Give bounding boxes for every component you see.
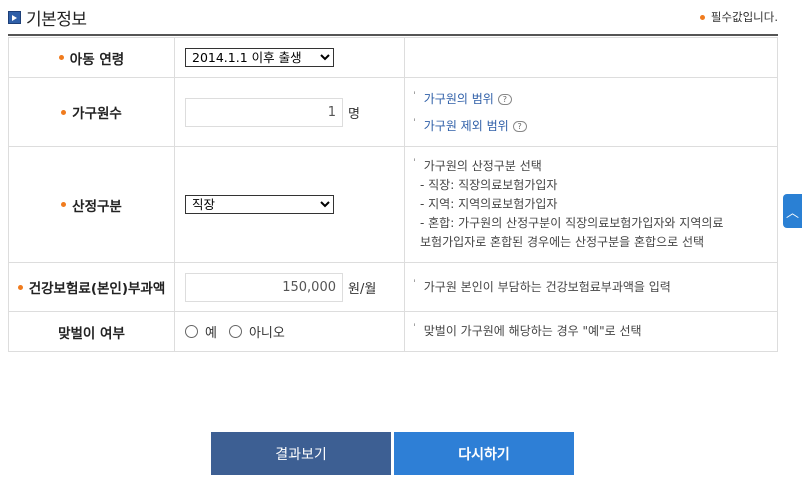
- required-note-text: 필수값입니다.: [710, 10, 778, 24]
- form-row-calc-type: 산정구분 직장 ˈ 가구원의 산정구분 선택 - 직장: 직장의료보험가입자 - …: [8, 146, 778, 263]
- radio-yes-label: 예: [205, 326, 217, 341]
- required-note: 필수값입니다.: [699, 9, 778, 25]
- radio-yes[interactable]: [185, 325, 198, 338]
- calc-type-desc-line: 가구원의 산정구분 선택: [423, 159, 542, 173]
- dual-income-label: 맞벌이 여부: [58, 325, 125, 342]
- result-button[interactable]: 결과보기: [211, 432, 391, 475]
- label-cell: 산정구분: [8, 146, 175, 263]
- household-label: 가구원수: [72, 106, 122, 122]
- calc-type-select[interactable]: 직장: [185, 195, 334, 214]
- form-row-dual-income: 맞벌이 여부 예 아니오 ˈ 맞벌이 가구원에 해당하는 경우 "예"로 선택: [8, 311, 778, 352]
- calc-type-desc-line: - 직장: 직장의료보험가입자: [420, 178, 558, 192]
- bullet-tick: ˈ: [413, 278, 416, 290]
- desc-cell: ˈ 맞벌이 가구원에 해당하는 경우 "예"로 선택: [404, 311, 778, 352]
- form-row-household: 가구원수 명 ˈ 가구원의 범위 ? ˈ 가구원 제외 범위 ?: [8, 77, 778, 147]
- required-dot-icon: [61, 109, 67, 115]
- premium-label: 건강보험료(본인)부과액: [28, 281, 166, 297]
- scroll-to-top-button[interactable]: ︿: [783, 194, 802, 228]
- required-dot-icon: [58, 55, 64, 60]
- section-title: 기본정보: [8, 5, 87, 30]
- bullet-tick: ˈ: [413, 323, 416, 334]
- radio-no[interactable]: [228, 325, 242, 338]
- help-icon[interactable]: ?: [512, 121, 527, 132]
- age-select[interactable]: 2014.1.1 이후 출생: [185, 48, 334, 67]
- field-cell: 2014.1.1 이후 출생: [174, 37, 405, 78]
- desc-cell: ˈ 가구원의 범위 ? ˈ 가구원 제외 범위 ?: [404, 77, 778, 147]
- household-count-input[interactable]: [185, 97, 343, 127]
- premium-unit: 원/월: [348, 281, 377, 297]
- section-header: 기본정보 필수값입니다.: [8, 0, 778, 36]
- calc-type-desc-line: 보험가입자로 혼합된 경우에는 산정구분을 혼합으로 선택: [420, 235, 705, 249]
- reset-button[interactable]: 다시하기: [394, 432, 574, 475]
- premium-desc: 가구원 본인이 부담하는 건강보험료부과액을 입력: [423, 279, 671, 294]
- desc-cell: ˈ 가구원의 산정구분 선택 - 직장: 직장의료보험가입자 - 지역: 지역의료…: [404, 146, 778, 263]
- field-cell: 명: [174, 77, 405, 147]
- bullet-tick: ˈ: [413, 158, 416, 169]
- section-title-text: 기본정보: [26, 10, 87, 30]
- form-row-age: 아동 연령 2014.1.1 이후 출생: [8, 37, 778, 78]
- bullet-tick: ˈ: [413, 91, 416, 102]
- bullet-tick: ˈ: [413, 118, 416, 129]
- chevron-up-icon: ︿: [785, 205, 799, 221]
- label-cell: 건강보험료(본인)부과액: [8, 262, 175, 312]
- form-row-premium: 건강보험료(본인)부과액 원/월 ˈ 가구원 본인이 부담하는 건강보험료부과액을…: [8, 262, 778, 312]
- desc-cell: [404, 37, 778, 78]
- label-cell: 가구원수: [8, 77, 175, 147]
- calc-type-desc-line: - 지역: 지역의료보험가입자: [420, 197, 558, 211]
- field-cell: 원/월: [174, 262, 405, 312]
- dual-income-desc: 맞벌이 가구원에 해당하는 경우 "예"로 선택: [423, 324, 642, 338]
- label-cell: 맞벌이 여부: [8, 311, 175, 352]
- required-dot-icon: [61, 202, 67, 207]
- field-cell: 예 아니오: [174, 311, 405, 352]
- desc-cell: ˈ 가구원 본인이 부담하는 건강보험료부과액을 입력: [404, 262, 778, 312]
- help-icon[interactable]: ?: [497, 94, 512, 105]
- household-exclusion-link[interactable]: 가구원 제외 범위: [424, 117, 509, 136]
- basic-info-form: 아동 연령 2014.1.1 이후 출생 가구원수 명 ˈ 가구원의: [8, 37, 778, 352]
- label-cell: 아동 연령: [8, 37, 175, 78]
- radio-no-label: 아니오: [248, 326, 285, 341]
- calc-type-desc-line: - 혼합: 가구원의 산정구분이 직장의료보험가입자와 지역의료: [420, 216, 724, 230]
- required-dot-icon: [699, 14, 705, 20]
- household-unit: 명: [348, 106, 360, 122]
- required-dot-icon: [17, 284, 23, 290]
- age-label: 아동 연령: [69, 51, 125, 68]
- square-arrow-icon: [8, 11, 21, 24]
- household-range-link[interactable]: 가구원의 범위: [424, 90, 494, 109]
- premium-input[interactable]: [185, 272, 343, 302]
- calc-type-label: 산정구분: [72, 198, 122, 215]
- field-cell: 직장: [174, 146, 405, 263]
